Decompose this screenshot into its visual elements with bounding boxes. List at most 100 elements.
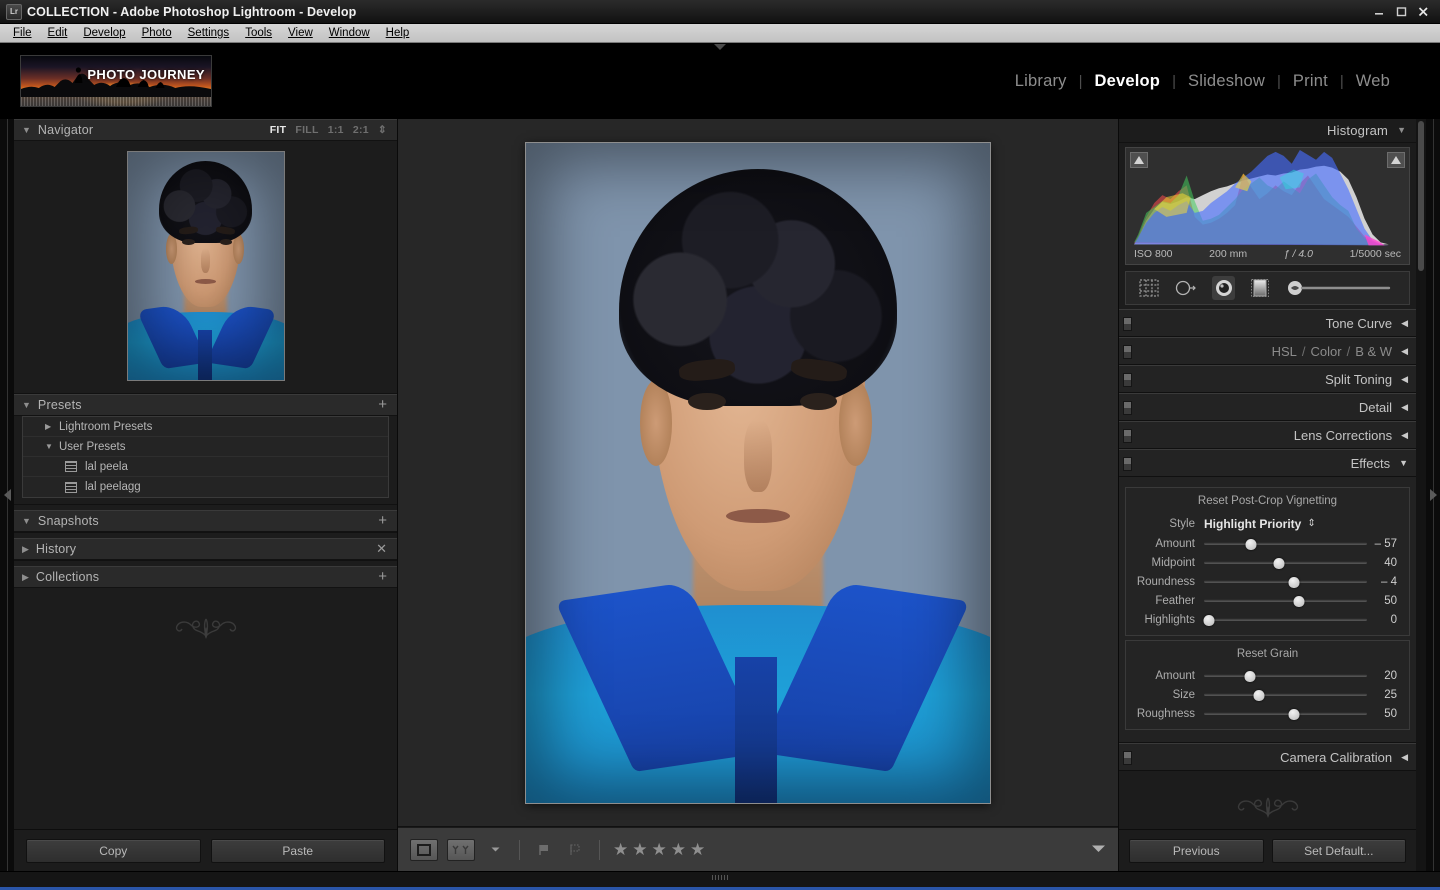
snapshots-header[interactable]: ▼ Snapshots + [14, 510, 397, 532]
panel-switch-icon[interactable] [1123, 317, 1132, 331]
panel-switch-icon[interactable] [1123, 373, 1132, 387]
vignette-midpoint-slider[interactable] [1204, 556, 1367, 570]
clear-history-button[interactable]: ✕ [376, 541, 387, 557]
grain-amount-value[interactable]: 20 [1367, 670, 1397, 682]
star-2[interactable]: ★ [632, 840, 648, 860]
reset-post-crop-vignetting-button[interactable]: Reset Post-Crop Vignetting [1126, 492, 1409, 513]
panel-header-camera-calibration[interactable]: Camera Calibration ◀ [1119, 743, 1416, 771]
star-3[interactable]: ★ [652, 840, 668, 860]
preset-item-lal-peela[interactable]: lal peela [23, 457, 388, 477]
menu-settings[interactable]: Settings [180, 26, 238, 40]
panel-header-effects[interactable]: Effects ▼ [1119, 449, 1416, 477]
grain-amount-slider[interactable] [1204, 669, 1367, 683]
loupe-view-icon[interactable] [410, 839, 438, 861]
panel-switch-icon[interactable] [1123, 457, 1132, 471]
slider-knob[interactable] [1203, 615, 1214, 626]
adjustment-brush-tool[interactable] [1285, 276, 1397, 300]
menu-window[interactable]: Window [321, 26, 378, 40]
navigator-thumbnail[interactable] [127, 151, 285, 381]
paste-button[interactable]: Paste [211, 839, 386, 863]
vignette-feather-slider[interactable] [1204, 594, 1367, 608]
module-web[interactable]: Web [1344, 72, 1402, 91]
maximize-icon[interactable] [1395, 5, 1408, 18]
topbar-collapse-handle[interactable] [714, 44, 726, 50]
star-1[interactable]: ★ [613, 840, 629, 860]
vignette-roundness-value[interactable]: – 4 [1367, 576, 1397, 588]
navigator-header[interactable]: ▼ Navigator FIT FILL 1:1 2:1 ⇕ [14, 119, 397, 141]
slider-knob[interactable] [1244, 671, 1255, 682]
module-print[interactable]: Print [1281, 72, 1340, 91]
vignette-amount-slider[interactable] [1204, 537, 1367, 551]
grain-size-slider[interactable] [1204, 688, 1367, 702]
bw-tab[interactable]: B & W [1355, 344, 1392, 359]
panel-switch-icon[interactable] [1123, 345, 1132, 359]
flag-icon[interactable] [533, 839, 555, 861]
reject-flag-icon[interactable] [564, 839, 586, 861]
zoom-fit-button[interactable]: FIT [270, 124, 287, 136]
main-photo[interactable] [526, 143, 990, 803]
panel-switch-icon[interactable] [1123, 401, 1132, 415]
rating-stars[interactable]: ★ ★ ★ ★ ★ [613, 840, 706, 860]
slider-knob[interactable] [1246, 539, 1257, 550]
scrollbar-thumb[interactable] [1418, 121, 1424, 271]
menu-file[interactable]: File [5, 26, 40, 40]
right-panel-collapse-handle[interactable] [1426, 119, 1440, 871]
identity-plate[interactable]: PHOTO JOURNEY [20, 55, 212, 107]
panel-header-split-toning[interactable]: Split Toning ◀ [1119, 365, 1416, 393]
preset-folder-user[interactable]: ▼ User Presets [23, 437, 388, 457]
zoom-1-1-button[interactable]: 1:1 [328, 124, 344, 136]
filmstrip-resize-handle[interactable] [712, 875, 728, 880]
panel-header-hsl-color-bw[interactable]: HSL / Color / B & W ◀ [1119, 337, 1416, 365]
menu-tools[interactable]: Tools [237, 26, 280, 40]
add-preset-button[interactable]: + [378, 399, 387, 411]
vignette-highlights-slider[interactable] [1204, 613, 1367, 627]
right-panel-scrollbar[interactable] [1416, 119, 1426, 871]
color-tab[interactable]: Color [1311, 344, 1342, 359]
zoom-2-1-button[interactable]: 2:1 [353, 124, 369, 136]
panel-switch-icon[interactable] [1123, 751, 1132, 765]
reset-grain-button[interactable]: Reset Grain [1126, 645, 1409, 666]
left-panel-collapse-handle[interactable] [0, 119, 14, 871]
collections-header[interactable]: ▶ Collections + [14, 566, 397, 588]
grain-roughness-slider[interactable] [1204, 707, 1367, 721]
slider-knob[interactable] [1288, 577, 1299, 588]
zoom-stepper-icon[interactable]: ⇕ [378, 124, 387, 136]
graduated-filter-tool[interactable] [1249, 276, 1271, 300]
highlight-clipping-indicator[interactable] [1387, 152, 1405, 168]
spot-removal-tool[interactable] [1174, 276, 1198, 300]
history-header[interactable]: ▶ History ✕ [14, 538, 397, 560]
menu-help[interactable]: Help [378, 26, 418, 40]
panel-header-tone-curve[interactable]: Tone Curve ◀ [1119, 309, 1416, 337]
filmstrip-collapsed[interactable] [0, 871, 1440, 890]
module-develop[interactable]: Develop [1083, 72, 1173, 91]
shadow-clipping-indicator[interactable] [1130, 152, 1148, 168]
slider-knob[interactable] [1254, 690, 1265, 701]
vignette-midpoint-value[interactable]: 40 [1367, 557, 1397, 569]
hsl-tab[interactable]: HSL [1272, 344, 1297, 359]
preset-item-lal-peelagg[interactable]: lal peelagg [23, 477, 388, 497]
close-icon[interactable] [1417, 5, 1430, 18]
vignette-style-value[interactable]: Highlight Priority [1204, 517, 1301, 531]
set-default-button[interactable]: Set Default... [1272, 839, 1407, 863]
minimize-icon[interactable] [1373, 5, 1386, 18]
stepper-icon[interactable]: ⇕ [1307, 518, 1315, 529]
add-snapshot-button[interactable]: + [378, 515, 387, 527]
menu-photo[interactable]: Photo [134, 26, 180, 40]
red-eye-correction-tool[interactable] [1212, 276, 1234, 300]
grain-roughness-value[interactable]: 50 [1367, 708, 1397, 720]
previous-button[interactable]: Previous [1129, 839, 1264, 863]
panel-header-detail[interactable]: Detail ◀ [1119, 393, 1416, 421]
slider-knob[interactable] [1293, 596, 1304, 607]
menu-edit[interactable]: Edit [40, 26, 76, 40]
panel-header-lens-corrections[interactable]: Lens Corrections ◀ [1119, 421, 1416, 449]
star-5[interactable]: ★ [690, 840, 706, 860]
copy-button[interactable]: Copy [26, 839, 201, 863]
vignette-roundness-slider[interactable] [1204, 575, 1367, 589]
view-dropdown-caret[interactable] [484, 839, 506, 861]
vignette-amount-value[interactable]: – 57 [1367, 538, 1397, 550]
crop-overlay-tool[interactable] [1138, 276, 1160, 300]
module-slideshow[interactable]: Slideshow [1176, 72, 1277, 91]
zoom-fill-button[interactable]: FILL [295, 124, 318, 136]
slider-knob[interactable] [1288, 709, 1299, 720]
histogram-chart[interactable]: ISO 800 200 mm ƒ / 4.0 1/5000 sec [1125, 147, 1410, 265]
